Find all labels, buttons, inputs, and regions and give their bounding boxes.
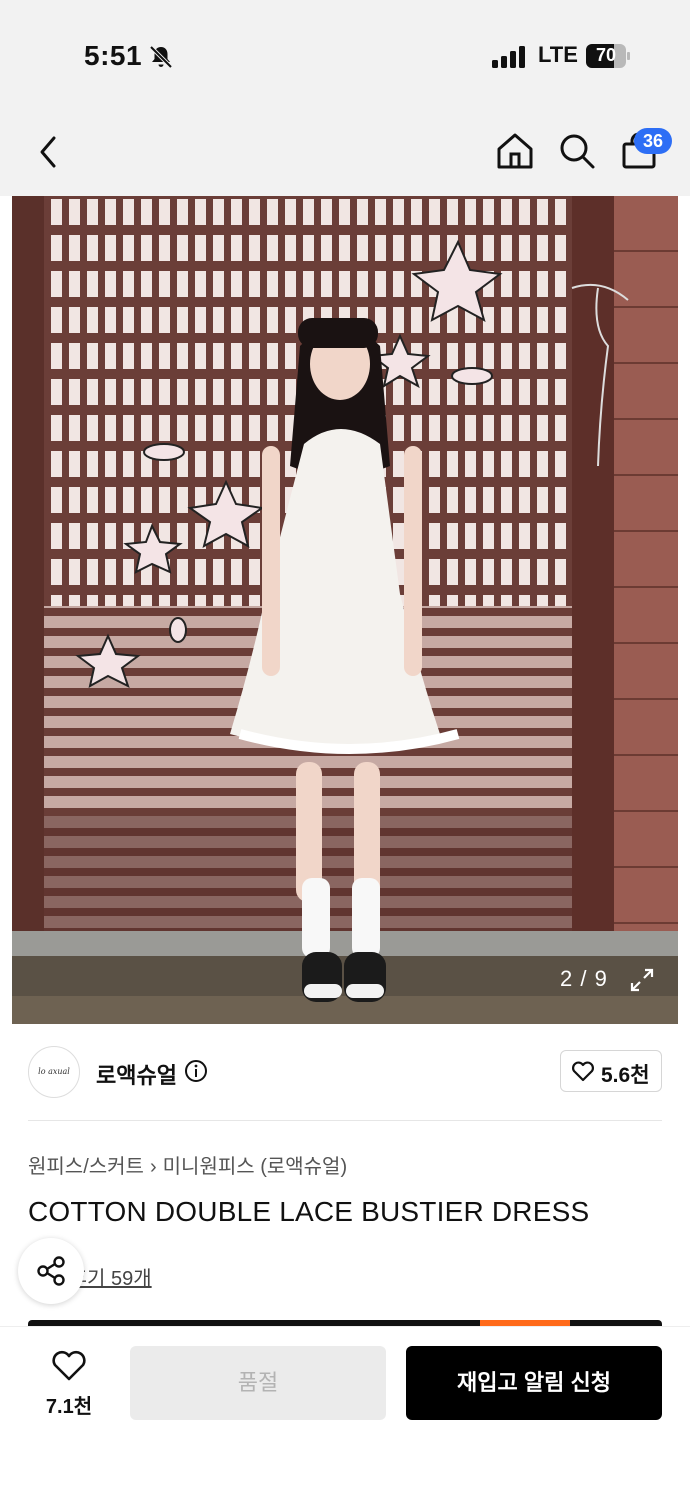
brand-name[interactable]: 로액슈얼 [96,1058,177,1090]
divider [28,1120,662,1121]
search-icon[interactable] [558,132,596,170]
soldout-button: 품절 [130,1346,386,1420]
brand-logo[interactable]: lo axual [28,1046,80,1098]
product-photo-illustration [12,196,678,1024]
network-label: LTE [538,42,578,67]
bell-muted-icon [149,45,173,69]
signal-icon [492,46,525,68]
heart-icon [52,1350,86,1381]
restock-notify-button[interactable]: 재입고 알림 신청 [406,1346,662,1420]
breadcrumb: 원피스/스커트 › 미니원피스 (로액슈얼) [28,1150,347,1179]
chevron-left-icon[interactable] [36,134,60,170]
wishlist-count: 7.1천 [45,1396,93,1418]
image-counter: 2 / 9 [560,966,608,991]
chevron-right-icon: › [149,1156,157,1178]
brand-like-button[interactable]: 5.6천 [560,1050,662,1092]
product-image[interactable] [12,196,678,1024]
heart-icon [572,1061,594,1082]
breadcrumb-subcategory[interactable]: 미니원피스 (로액슈얼) [163,1156,347,1178]
share-icon [37,1256,65,1286]
share-button[interactable] [18,1238,84,1304]
battery-level: 70 [595,45,617,65]
battery-icon: 70 [586,44,630,68]
expand-icon[interactable] [628,966,656,994]
top-nav-bar [0,112,690,196]
product-title: COTTON DOUBLE LACE BUSTIER DRESS [28,1196,590,1227]
status-bar: 5:51 LTE 70 [0,0,690,112]
info-icon[interactable] [184,1059,208,1083]
status-time: 5:51 [84,40,143,71]
brand-like-count: 5.6천 [601,1064,650,1087]
breadcrumb-category[interactable]: 원피스/스커트 [28,1156,144,1178]
wishlist-button[interactable]: 7.1천 [30,1348,108,1418]
cart-count-badge: 36 [634,128,672,154]
home-icon[interactable] [496,132,534,170]
